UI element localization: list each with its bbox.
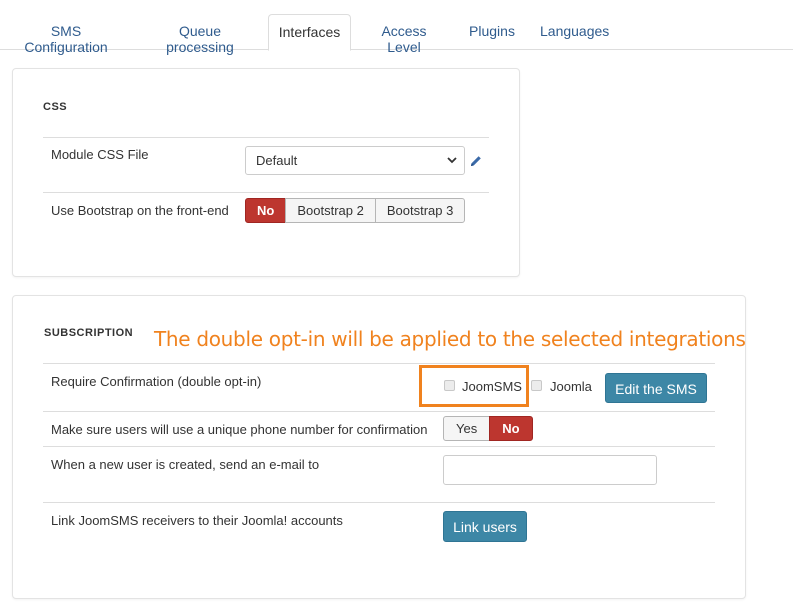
bootstrap-toggle-group: No Bootstrap 2 Bootstrap 3 [245,198,466,223]
module-css-value: Default [256,153,298,168]
link-users-label: Link JoomSMS receivers to their Joomla! … [51,513,343,528]
divider [43,502,715,503]
unique-phone-yes-button[interactable]: Yes [443,416,491,441]
require-confirmation-label: Require Confirmation (double opt-in) [51,374,262,389]
tab-plugins[interactable]: Plugins [469,14,515,50]
tab-access-level[interactable]: Access Level [364,14,444,55]
tab-interfaces[interactable]: Interfaces [268,14,351,51]
edit-sms-button[interactable]: Edit the SMS [605,373,707,403]
unique-phone-no-button[interactable]: No [489,416,533,441]
tab-sms-configuration[interactable]: SMS Configuration [10,14,122,55]
unique-phone-label: Make sure users will use a unique phone … [51,422,428,437]
chevron-down-icon [447,157,457,164]
bootstrap-3-button[interactable]: Bootstrap 3 [374,198,466,223]
annotation-text: The double opt-in will be applied to the… [154,327,746,351]
new-user-email-label: When a new user is created, send an e-ma… [51,457,320,472]
divider [43,446,715,447]
joomla-checkbox[interactable] [531,380,542,391]
module-css-label: Module CSS File [51,147,149,162]
pencil-icon[interactable] [469,154,483,168]
divider [43,137,489,138]
tab-languages[interactable]: Languages [540,14,609,50]
tab-bar: SMS Configuration Queue processing Inter… [0,0,793,55]
subscription-section-title: SUBSCRIPTION [44,327,134,339]
unique-phone-toggle-group: Yes No [443,416,533,441]
divider [43,363,715,364]
link-users-button[interactable]: Link users [443,511,527,542]
bootstrap-2-button[interactable]: Bootstrap 2 [285,198,376,223]
bootstrap-label: Use Bootstrap on the front-end [51,203,229,218]
module-css-select[interactable]: Default [245,146,465,175]
css-section-title: CSS [43,101,68,113]
bootstrap-no-button[interactable]: No [245,198,287,223]
joomsms-option-label: JoomSMS [462,379,522,394]
divider [43,192,489,193]
joomsms-checkbox[interactable] [444,380,455,391]
new-user-email-input[interactable] [443,455,657,485]
divider [43,411,715,412]
joomla-option-label: Joomla [550,379,592,394]
tab-queue-processing[interactable]: Queue processing [146,14,254,55]
